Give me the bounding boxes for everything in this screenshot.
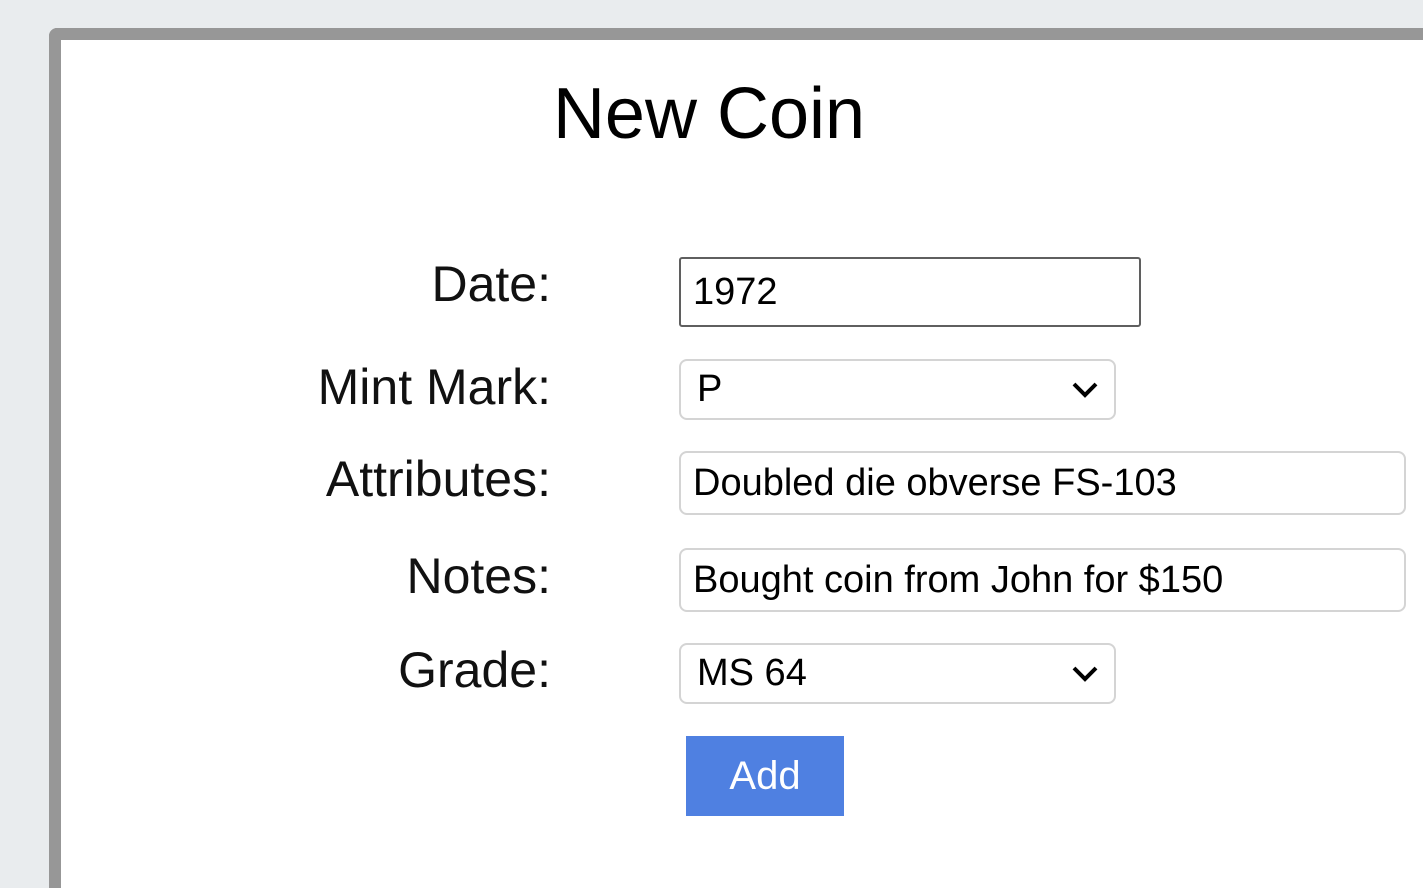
date-input[interactable]	[679, 257, 1141, 327]
page-title: New Coin	[552, 74, 866, 154]
attributes-input[interactable]	[679, 451, 1406, 515]
add-button[interactable]: Add	[686, 736, 844, 816]
notes-input[interactable]	[679, 548, 1406, 612]
grade-value: MS 64	[697, 652, 807, 694]
grade-select[interactable]: MS 64	[679, 643, 1116, 704]
date-label: Date:	[431, 256, 551, 312]
chevron-down-icon	[1072, 666, 1098, 682]
chevron-down-icon	[1072, 382, 1098, 398]
mint-mark-select[interactable]: P	[679, 359, 1116, 420]
mint-mark-label: Mint Mark:	[317, 359, 551, 415]
notes-label: Notes:	[406, 548, 551, 604]
attributes-label: Attributes:	[325, 451, 551, 507]
grade-label: Grade:	[398, 642, 551, 698]
mint-mark-value: P	[697, 368, 723, 410]
